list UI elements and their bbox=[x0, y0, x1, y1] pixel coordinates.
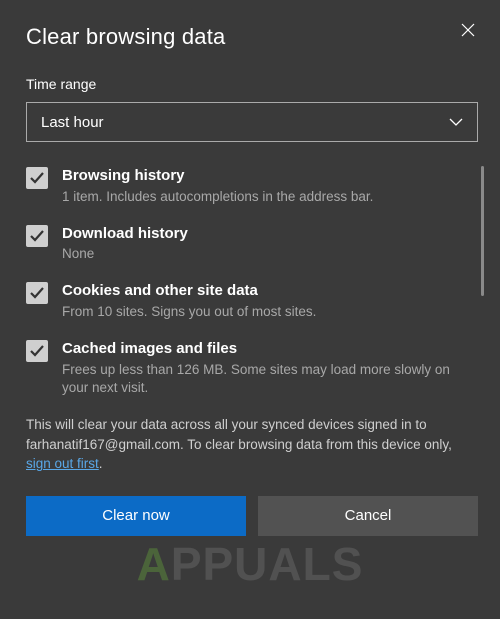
checkbox-cookies[interactable] bbox=[26, 282, 48, 304]
disclaimer-post: . bbox=[99, 456, 103, 471]
item-browsing-history: Browsing history 1 item. Includes autoco… bbox=[26, 166, 464, 206]
check-icon bbox=[29, 228, 45, 244]
time-range-value: Last hour bbox=[41, 114, 104, 131]
checkbox-browsing-history[interactable] bbox=[26, 167, 48, 189]
item-cookies: Cookies and other site data From 10 site… bbox=[26, 281, 464, 321]
data-types-list: Browsing history 1 item. Includes autoco… bbox=[26, 166, 478, 397]
item-desc: 1 item. Includes autocompletions in the … bbox=[62, 188, 464, 206]
item-title: Cached images and files bbox=[62, 339, 464, 359]
close-icon bbox=[461, 23, 475, 37]
watermark-rest: PPUALS bbox=[171, 538, 364, 590]
item-text: Cached images and files Frees up less th… bbox=[62, 339, 464, 397]
item-desc: From 10 sites. Signs you out of most sit… bbox=[62, 303, 464, 321]
time-range-label: Time range bbox=[26, 76, 478, 92]
item-title: Cookies and other site data bbox=[62, 281, 464, 301]
time-range-select[interactable]: Last hour bbox=[26, 102, 478, 142]
check-icon bbox=[29, 170, 45, 186]
check-icon bbox=[29, 343, 45, 359]
close-button[interactable] bbox=[458, 20, 478, 40]
dialog-header: Clear browsing data bbox=[26, 24, 478, 50]
item-text: Browsing history 1 item. Includes autoco… bbox=[62, 166, 464, 206]
sync-disclaimer: This will clear your data across all you… bbox=[26, 415, 478, 474]
item-text: Download history None bbox=[62, 224, 464, 264]
watermark: APPUALS bbox=[137, 537, 364, 591]
item-download-history: Download history None bbox=[26, 224, 464, 264]
item-desc: Frees up less than 126 MB. Some sites ma… bbox=[62, 361, 464, 397]
disclaimer-pre: This will clear your data across all you… bbox=[26, 417, 452, 452]
clear-now-button[interactable]: Clear now bbox=[26, 496, 246, 536]
cancel-button[interactable]: Cancel bbox=[258, 496, 478, 536]
checkbox-download-history[interactable] bbox=[26, 225, 48, 247]
check-icon bbox=[29, 285, 45, 301]
dialog-title: Clear browsing data bbox=[26, 24, 225, 50]
item-title: Download history bbox=[62, 224, 464, 244]
watermark-a: A bbox=[137, 538, 171, 590]
checkbox-cached-files[interactable] bbox=[26, 340, 48, 362]
item-text: Cookies and other site data From 10 site… bbox=[62, 281, 464, 321]
chevron-down-icon bbox=[449, 114, 463, 131]
scrollbar-thumb[interactable] bbox=[481, 166, 484, 296]
button-row: Clear now Cancel bbox=[26, 496, 478, 536]
item-cached-files: Cached images and files Frees up less th… bbox=[26, 339, 464, 397]
item-desc: None bbox=[62, 245, 464, 263]
sign-out-link[interactable]: sign out first bbox=[26, 456, 99, 471]
item-title: Browsing history bbox=[62, 166, 464, 186]
clear-browsing-data-dialog: Clear browsing data Time range Last hour… bbox=[0, 0, 500, 619]
